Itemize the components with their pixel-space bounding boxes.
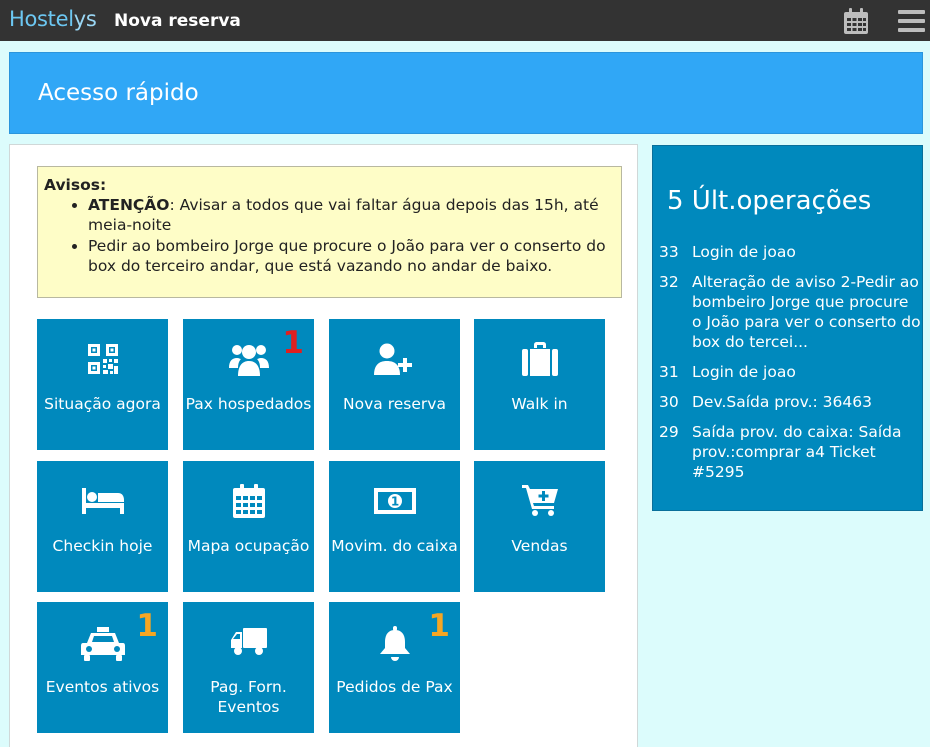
notice-item-strong: ATENÇÃO bbox=[88, 196, 170, 214]
tile-label: Pax hospedados bbox=[185, 395, 312, 413]
operation-number: 32 bbox=[659, 273, 679, 291]
brand-logo[interactable]: Hostelys bbox=[9, 7, 97, 31]
calendar-icon bbox=[183, 481, 314, 521]
user-plus-icon bbox=[329, 339, 460, 379]
tile-label: Pedidos de Pax bbox=[336, 678, 453, 696]
quick-access-panel: Avisos: ATENÇÃO: Avisar a todos que vai … bbox=[9, 144, 638, 747]
brand-part1: Hostel bbox=[9, 7, 74, 31]
operation-item[interactable]: 30 Dev.Saída prov.: 36463 bbox=[659, 392, 921, 412]
tile-label: Vendas bbox=[511, 537, 568, 555]
svg-text:1: 1 bbox=[390, 495, 398, 509]
qr-code-icon bbox=[37, 339, 168, 379]
notice-list: ATENÇÃO: Avisar a todos que vai faltar á… bbox=[88, 195, 615, 276]
tile-checkin-hoje[interactable]: Checkin hoje bbox=[37, 461, 168, 592]
tile-nova-reserva[interactable]: Nova reserva bbox=[329, 319, 460, 450]
cart-plus-icon bbox=[474, 481, 605, 521]
tile-movim-caixa[interactable]: 1 Movim. do caixa bbox=[329, 461, 460, 592]
operation-item[interactable]: 29 Saída prov. do caixa: Saída prov.:comp… bbox=[659, 422, 921, 482]
tile-badge: 1 bbox=[282, 325, 304, 361]
tile-badge: 1 bbox=[136, 608, 158, 644]
tile-label: Eventos ativos bbox=[45, 678, 160, 696]
operation-item[interactable]: 32 Alteração de aviso 2-Pedir ao bombeiro… bbox=[659, 272, 921, 352]
truck-icon bbox=[183, 622, 314, 662]
calendar-icon[interactable] bbox=[842, 7, 870, 39]
tile-label: Mapa ocupação bbox=[187, 537, 310, 555]
operation-item[interactable]: 31 Login de joao bbox=[659, 362, 921, 382]
notice-box: Avisos: ATENÇÃO: Avisar a todos que vai … bbox=[37, 166, 622, 298]
operation-text: Alteração de aviso 2-Pedir ao bombeiro J… bbox=[692, 273, 921, 351]
money-icon: 1 bbox=[329, 481, 460, 521]
operation-number: 30 bbox=[659, 393, 679, 411]
tile-pax-hospedados[interactable]: 1 Pax hospedados bbox=[183, 319, 314, 450]
brand-part2: ys bbox=[73, 7, 97, 31]
tile-label: Nova reserva bbox=[343, 395, 446, 413]
notice-item: Pedir ao bombeiro Jorge que procure o Jo… bbox=[88, 236, 615, 276]
tile-situacao-agora[interactable]: Situação agora bbox=[37, 319, 168, 450]
operation-text: Login de joao bbox=[692, 363, 796, 381]
quick-access-banner: Acesso rápido bbox=[9, 52, 923, 134]
tile-label: Walk in bbox=[511, 395, 568, 413]
page-title: Nova reserva bbox=[114, 11, 241, 31]
tile-mapa-ocupacao[interactable]: Mapa ocupação bbox=[183, 461, 314, 592]
notice-title: Avisos: bbox=[44, 176, 107, 194]
tile-vendas[interactable]: Vendas bbox=[474, 461, 605, 592]
last-operations-panel: 5 Últ.operações 33 Login de joao 32 Altera… bbox=[652, 145, 923, 511]
tile-badge: 1 bbox=[428, 608, 450, 644]
operation-text: Saída prov. do caixa: Saída prov.:compra… bbox=[692, 423, 902, 481]
tile-pag-forn-eventos[interactable]: Pag. Forn. Eventos bbox=[183, 602, 314, 733]
operation-number: 31 bbox=[659, 363, 679, 381]
tile-eventos-ativos[interactable]: 1 Eventos ativos bbox=[37, 602, 168, 733]
tile-walk-in[interactable]: Walk in bbox=[474, 319, 605, 450]
notice-item-text: Pedir ao bombeiro Jorge que procure o Jo… bbox=[88, 237, 606, 275]
operation-number: 33 bbox=[659, 243, 679, 261]
operations-list: 33 Login de joao 32 Alteração de aviso 2-P… bbox=[659, 242, 921, 492]
operation-number: 29 bbox=[659, 423, 679, 441]
notice-item: ATENÇÃO: Avisar a todos que vai faltar á… bbox=[88, 195, 615, 235]
banner-title: Acesso rápido bbox=[38, 80, 199, 106]
operation-text: Dev.Saída prov.: 36463 bbox=[692, 393, 872, 411]
tile-label: Movim. do caixa bbox=[331, 537, 458, 555]
menu-icon[interactable] bbox=[898, 9, 925, 37]
tile-label: Situação agora bbox=[44, 395, 161, 413]
tile-label: Checkin hoje bbox=[52, 537, 153, 555]
bed-icon bbox=[37, 481, 168, 521]
operation-text: Login de joao bbox=[692, 243, 796, 261]
suitcase-icon bbox=[474, 339, 605, 379]
top-bar: Hostelys Nova reserva bbox=[0, 0, 930, 41]
operations-title: 5 Últ.operações bbox=[667, 186, 872, 216]
tile-pedidos-de-pax[interactable]: 1 Pedidos de Pax bbox=[329, 602, 460, 733]
operation-item[interactable]: 33 Login de joao bbox=[659, 242, 921, 262]
tile-label: Pag. Forn. Eventos bbox=[210, 678, 287, 716]
